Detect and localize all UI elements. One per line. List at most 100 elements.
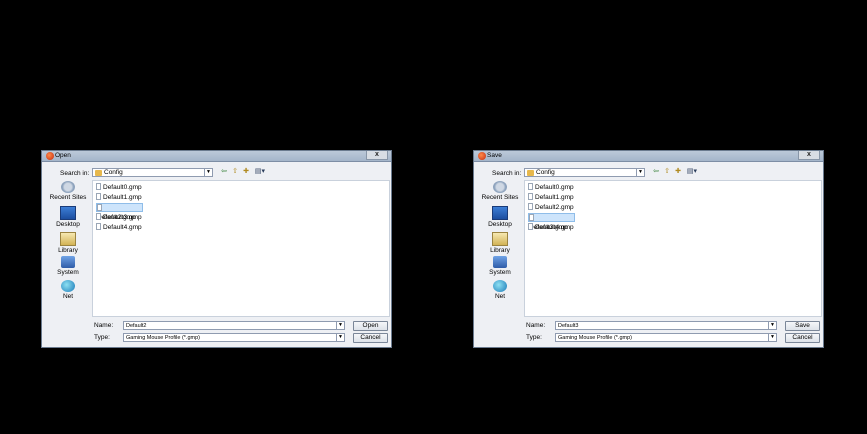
place-label: System xyxy=(489,269,511,276)
place-label: Net xyxy=(494,293,506,300)
place-library[interactable]: Library xyxy=(48,232,88,254)
view-menu-icon[interactable]: ▤▾ xyxy=(253,168,267,176)
place-recent-sites[interactable]: Recent Sites xyxy=(48,181,88,201)
file-list[interactable]: Default0.gmp Default1.gmp Default2.gmp D… xyxy=(92,180,390,317)
file-list[interactable]: Default0.gmp Default1.gmp Default2.gmp D… xyxy=(524,180,822,317)
save-dialog: Save x Search in: Config ▼ ⇦ ⇧ ✚ ▤▾ Rece… xyxy=(473,150,824,348)
file-icon xyxy=(96,183,101,190)
system-icon xyxy=(493,256,507,268)
file-name-input[interactable]: Default2 ▼ xyxy=(123,321,345,330)
up-folder-icon[interactable]: ⇧ xyxy=(663,168,671,176)
file-icon xyxy=(96,193,101,200)
type-label: Type: xyxy=(94,334,110,341)
current-folder: Config xyxy=(536,169,555,176)
place-net[interactable]: Net xyxy=(48,280,88,300)
save-button[interactable]: Save xyxy=(785,321,820,331)
folder-dropdown[interactable]: Config ▼ xyxy=(524,168,645,177)
place-label: Desktop xyxy=(488,221,512,228)
place-desktop[interactable]: Desktop xyxy=(480,206,520,228)
name-label: Name: xyxy=(526,322,546,329)
file-type-value: Gaming Mouse Profile (*.gmp) xyxy=(558,335,632,341)
file-item-selected[interactable]: Default3.gmp xyxy=(528,213,575,231)
file-item[interactable]: Default0.gmp xyxy=(96,183,143,192)
file-icon xyxy=(97,204,102,211)
file-item[interactable]: Default1.gmp xyxy=(528,193,575,202)
view-menu-icon[interactable]: ▤▾ xyxy=(685,168,699,176)
title-bar[interactable]: Open x xyxy=(42,151,391,162)
desktop-icon xyxy=(492,206,508,220)
chevron-down-icon[interactable]: ▼ xyxy=(636,169,644,176)
place-system[interactable]: System xyxy=(48,256,88,276)
place-label: System xyxy=(57,269,79,276)
file-icon xyxy=(96,213,101,220)
place-desktop[interactable]: Desktop xyxy=(48,206,88,228)
file-name-input[interactable]: Default3 ▼ xyxy=(555,321,777,330)
file-type-value: Gaming Mouse Profile (*.gmp) xyxy=(126,335,200,341)
file-type-select[interactable]: Gaming Mouse Profile (*.gmp) ▼ xyxy=(555,333,777,342)
file-item-selected[interactable]: Default2.gmp xyxy=(96,203,143,221)
file-item[interactable]: Default4.gmp xyxy=(96,223,143,232)
file-icon xyxy=(528,223,533,230)
place-system[interactable]: System xyxy=(480,256,520,276)
chevron-down-icon[interactable]: ▼ xyxy=(336,322,344,329)
place-label: Library xyxy=(58,247,78,254)
file-name-value: Default2 xyxy=(126,323,147,329)
net-icon xyxy=(61,280,75,292)
app-icon xyxy=(478,152,486,160)
file-type-select[interactable]: Gaming Mouse Profile (*.gmp) ▼ xyxy=(123,333,345,342)
file-name-value: Default3 xyxy=(558,323,579,329)
search-in-label: Search in: xyxy=(60,170,90,177)
net-icon xyxy=(493,280,507,292)
type-label: Type: xyxy=(526,334,542,341)
chevron-down-icon[interactable]: ▼ xyxy=(204,169,212,176)
dialog-title: Open xyxy=(55,152,71,159)
file-item[interactable]: Default4.gmp xyxy=(528,223,575,232)
places-bar: Recent Sites Desktop Library System Net xyxy=(48,179,88,319)
open-button[interactable]: Open xyxy=(353,321,388,331)
place-label: Recent Sites xyxy=(481,194,519,201)
file-item[interactable]: Default3.gmp xyxy=(96,213,143,222)
folder-dropdown[interactable]: Config ▼ xyxy=(92,168,213,177)
system-icon xyxy=(61,256,75,268)
dialog-title: Save xyxy=(487,152,502,159)
file-icon xyxy=(528,193,533,200)
library-icon xyxy=(492,232,508,246)
place-recent-sites[interactable]: Recent Sites xyxy=(480,181,520,201)
name-label: Name: xyxy=(94,322,114,329)
file-icon xyxy=(528,183,533,190)
close-button[interactable]: x xyxy=(366,151,388,160)
file-item[interactable]: Default0.gmp xyxy=(528,183,575,192)
folder-icon xyxy=(95,170,102,176)
library-icon xyxy=(60,232,76,246)
file-icon xyxy=(96,223,101,230)
chevron-down-icon[interactable]: ▼ xyxy=(336,334,344,341)
cancel-button[interactable]: Cancel xyxy=(353,333,388,343)
chevron-down-icon[interactable]: ▼ xyxy=(768,334,776,341)
folder-icon xyxy=(527,170,534,176)
new-folder-icon[interactable]: ✚ xyxy=(242,168,250,176)
file-icon xyxy=(528,203,533,210)
up-folder-icon[interactable]: ⇧ xyxy=(231,168,239,176)
new-folder-icon[interactable]: ✚ xyxy=(674,168,682,176)
title-bar[interactable]: Save x xyxy=(474,151,823,162)
recent-sites-icon xyxy=(493,181,507,193)
chevron-down-icon[interactable]: ▼ xyxy=(768,322,776,329)
back-icon[interactable]: ⇦ xyxy=(220,168,228,176)
place-library[interactable]: Library xyxy=(480,232,520,254)
file-item[interactable]: Default1.gmp xyxy=(96,193,143,202)
place-label: Recent Sites xyxy=(49,194,87,201)
file-icon xyxy=(529,214,534,221)
file-item[interactable]: Default2.gmp xyxy=(528,203,575,212)
desktop-icon xyxy=(60,206,76,220)
places-bar: Recent Sites Desktop Library System Net xyxy=(480,179,520,319)
back-icon[interactable]: ⇦ xyxy=(652,168,660,176)
cancel-button[interactable]: Cancel xyxy=(785,333,820,343)
close-button[interactable]: x xyxy=(798,151,820,160)
search-in-label: Search in: xyxy=(492,170,522,177)
recent-sites-icon xyxy=(61,181,75,193)
place-label: Library xyxy=(490,247,510,254)
place-label: Net xyxy=(62,293,74,300)
place-label: Desktop xyxy=(56,221,80,228)
place-net[interactable]: Net xyxy=(480,280,520,300)
open-dialog: Open x Search in: Config ▼ ⇦ ⇧ ✚ ▤▾ Rece… xyxy=(41,150,392,348)
